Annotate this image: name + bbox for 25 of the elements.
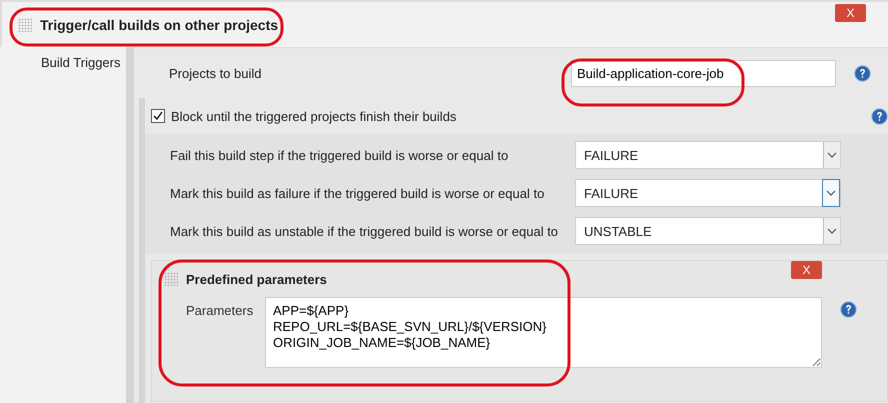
delete-button[interactable]: X (791, 261, 822, 279)
drag-handle-icon[interactable] (164, 272, 178, 286)
threshold-dropdown[interactable]: FAILURE (575, 141, 841, 169)
section-title: Predefined parameters (186, 272, 327, 286)
checkbox-label: Block until the triggered projects finish their builds (171, 108, 458, 124)
field-label: Projects to build (169, 66, 262, 80)
help-icon[interactable] (840, 301, 857, 318)
field-label: Parameters (186, 302, 254, 318)
projects-input-field[interactable]: Build-application-core-job (571, 60, 836, 86)
caret-icon (827, 228, 837, 234)
checkbox[interactable] (151, 109, 165, 123)
field-label: Mark this build as failure if the triggered build is worse or equal to (170, 186, 546, 200)
caret-icon (826, 190, 836, 196)
field-label: Fail this build step if the triggered build is worse or equal to (170, 148, 510, 162)
help-icon[interactable] (854, 64, 871, 82)
help-icon[interactable] (871, 108, 888, 124)
drag-handle-icon[interactable] (18, 18, 32, 32)
threshold-dropdown[interactable]: FAILURE (575, 179, 841, 207)
section-title: Trigger/call builds on other projects (40, 16, 278, 32)
field-label: Mark this build as unstable if the triggered build is worse or equal to (170, 224, 560, 238)
caret-icon (827, 152, 837, 158)
delete-button[interactable]: X (835, 4, 866, 22)
threshold-dropdown[interactable]: UNSTABLE (575, 217, 841, 245)
section-label: Build Triggers (41, 55, 120, 70)
parameters-text-area[interactable]: APP=${APP} REPO_URL=${BASE_SVN_URL}/${VERSION} ORIGIN_JOB_NAME=${JOB_NAME} (265, 297, 822, 368)
